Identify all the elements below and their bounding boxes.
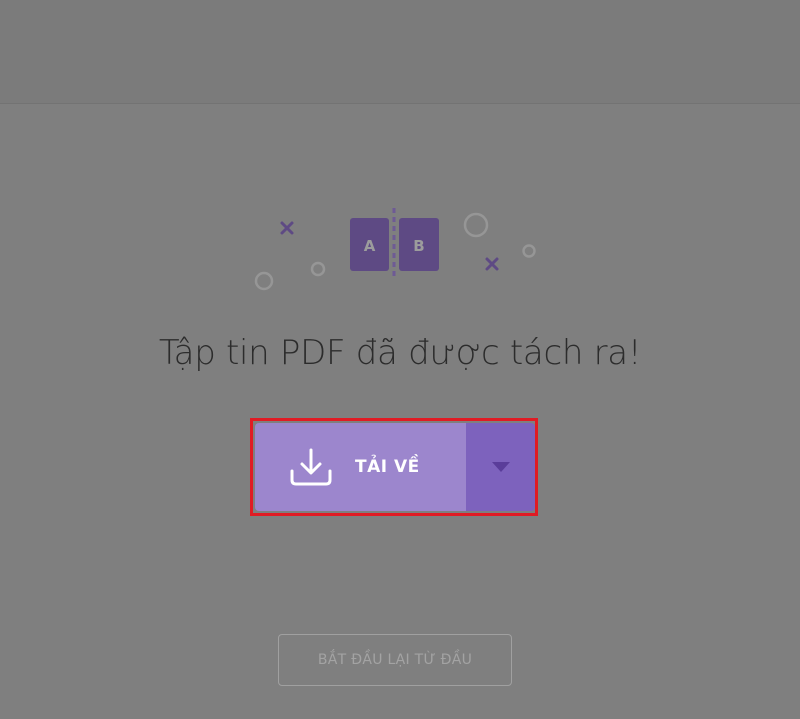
svg-text:A: A: [364, 237, 376, 255]
ring-decoration-icon: [254, 271, 274, 291]
page-b-icon: B: [399, 218, 439, 271]
ring-decoration-icon: [463, 212, 489, 238]
download-label: TẢI VỀ: [355, 457, 420, 477]
download-options-toggle[interactable]: [466, 423, 535, 511]
caret-down-icon: [491, 462, 510, 472]
ring-decoration-icon: [310, 261, 326, 277]
download-button-group: TẢI VỀ: [255, 423, 535, 511]
split-pdf-illustration: A B: [254, 208, 536, 291]
header-bar: [0, 0, 800, 104]
restart-button[interactable]: BẮT ĐẦU LẠI TỪ ĐẦU: [278, 634, 512, 686]
ring-decoration-icon: [522, 244, 536, 258]
page-a-icon: A: [350, 218, 389, 271]
cross-decoration-icon: [280, 221, 294, 235]
download-button[interactable]: TẢI VỀ: [255, 423, 466, 511]
result-title: Tập tin PDF đã được tách ra!: [158, 333, 642, 373]
restart-label: BẮT ĐẦU LẠI TỪ ĐẦU: [317, 652, 473, 668]
svg-text:B: B: [413, 237, 424, 255]
download-icon: [290, 448, 332, 486]
cross-decoration-icon: [485, 257, 499, 271]
